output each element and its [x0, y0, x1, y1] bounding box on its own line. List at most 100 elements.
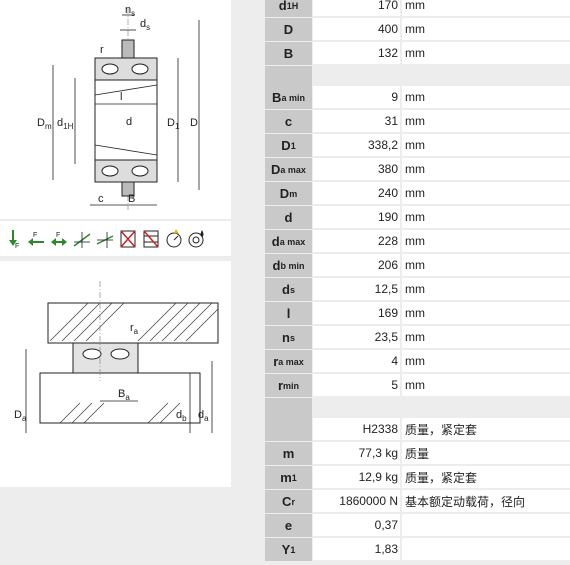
table-row: Cr 1860000 N 基本额定动载荷，径向: [265, 490, 570, 514]
row-symbol: m: [265, 442, 312, 466]
label-r: r: [100, 44, 104, 56]
table-row: D 400 mm: [265, 18, 570, 42]
row-value: 338,2: [313, 134, 400, 157]
row-value: 169: [313, 302, 400, 325]
row-symbol: m1: [265, 466, 312, 490]
svg-text:Da: Da: [14, 409, 27, 423]
symbol-text: d: [278, 0, 287, 13]
row-unit: 质量: [402, 442, 570, 465]
row-unit: mm: [402, 86, 570, 109]
row-unit: 基本额定动载荷，径向: [402, 490, 570, 513]
row-symbol: c: [265, 110, 312, 134]
row-unit: [402, 538, 570, 561]
sealing-icon: [141, 228, 161, 250]
no-rigid-icon: [118, 228, 138, 250]
row-symbol: ra max: [265, 350, 312, 374]
symbol-subscript: a max: [280, 164, 306, 175]
symbol-text: d: [282, 282, 290, 297]
symbol-text: D: [281, 138, 291, 153]
label-ds-sub: s: [146, 23, 150, 32]
row-value: 190: [313, 206, 400, 229]
label-Ba-sub: a: [125, 393, 130, 402]
table-row: d s 12,5 mm: [265, 278, 570, 302]
symbol-subscript: s: [289, 332, 295, 343]
row-symbol: e: [265, 514, 312, 538]
row-unit: mm: [402, 158, 570, 181]
bearing-dimension-drawing: ns ds r Dm d1H l d D1 D c B: [0, 0, 231, 219]
symbol-subscript: a min: [281, 92, 305, 103]
symbol-text: c: [284, 114, 293, 129]
label-B: B: [128, 193, 135, 205]
row-value: 12,5: [313, 278, 400, 301]
axial-load-both-icon: F: [49, 228, 69, 250]
table-row: B 132 mm: [265, 42, 570, 66]
symbol-subscript: s: [289, 284, 295, 295]
row-unit: mm: [402, 278, 570, 301]
row-unit: 质量，紧定套: [402, 466, 570, 489]
row-unit: mm: [402, 110, 570, 133]
svg-text:d1H: d1H: [57, 117, 74, 131]
label-da-sub: a: [204, 414, 209, 423]
row-unit: mm: [402, 42, 570, 65]
icon-label-radial: F: [15, 243, 19, 250]
mounting-section-svg: ra Da Ba db da: [14, 281, 219, 433]
row-unit: mm: [402, 18, 570, 41]
row-symbol: Y1: [265, 538, 312, 562]
table-row: ra max 4 mm: [265, 350, 570, 374]
row-value: 4: [313, 350, 400, 373]
row-unit: mm: [402, 302, 570, 325]
row-symbol: d: [265, 206, 312, 230]
row-unit: mm: [402, 254, 570, 277]
row-value: 240: [313, 182, 400, 205]
label-Dm: D: [37, 117, 45, 129]
table-row: m 1 12,9 kg 质量，紧定套: [265, 466, 570, 490]
table-row: D 1 338,2 mm: [265, 134, 570, 158]
table-row: Y 1 1,83: [265, 538, 570, 562]
row-value: 228: [313, 230, 400, 253]
symbol-text: m: [282, 446, 295, 461]
symbol-text: Y: [281, 542, 291, 557]
table-row: H2338 质量，紧定套: [265, 418, 570, 442]
symbol-text: e: [284, 518, 293, 533]
row-symbol: r min: [265, 374, 312, 398]
svg-text:da: da: [198, 409, 209, 423]
symbol-text: B: [283, 46, 294, 61]
table-row: Ba min 9 mm: [265, 86, 570, 110]
mounting-dimension-drawing: ra Da Ba db da: [0, 261, 231, 487]
svg-text:Dm: Dm: [37, 117, 52, 131]
icon-label-axial-both: F: [56, 232, 60, 239]
symbol-text: B: [272, 90, 282, 105]
symbol-subscript: b min: [280, 260, 305, 271]
row-value: 9: [313, 86, 400, 109]
table-row: r min 5 mm: [265, 374, 570, 398]
symbol-text: C: [282, 494, 292, 509]
row-unit: mm: [402, 326, 570, 349]
row-unit: mm: [402, 230, 570, 253]
row-value: 1860000 N: [313, 490, 400, 513]
speed-icon: [164, 228, 184, 250]
label-d: d: [126, 116, 132, 128]
label-D1: D: [167, 117, 175, 129]
misalignment-icon: [72, 228, 92, 250]
row-symbol: [265, 418, 312, 442]
row-unit: mm: [402, 350, 570, 373]
lubrication-icon: [187, 228, 207, 250]
table-spacer: [265, 66, 570, 87]
row-value: 170: [313, 0, 400, 17]
spacer-cell: [265, 398, 312, 419]
row-value: 380: [313, 158, 400, 181]
row-symbol: da max: [265, 230, 312, 254]
row-value: 400: [313, 18, 400, 41]
label-ns-sub: s: [131, 9, 135, 18]
row-value: 31: [313, 110, 400, 133]
table-row: db min 206 mm: [265, 254, 570, 278]
label-Da: D: [14, 409, 22, 421]
symbol-subscript: m: [289, 188, 298, 199]
table-row: d 1H 170 mm: [265, 0, 570, 18]
symbol-text: d: [272, 258, 281, 273]
label-c: c: [98, 193, 104, 205]
feature-icon-bar: F F F: [0, 221, 231, 256]
radial-load-icon: F: [3, 228, 23, 250]
label-d1H-sub: 1H: [63, 122, 73, 131]
table-row: m 77,3 kg 质量: [265, 442, 570, 466]
